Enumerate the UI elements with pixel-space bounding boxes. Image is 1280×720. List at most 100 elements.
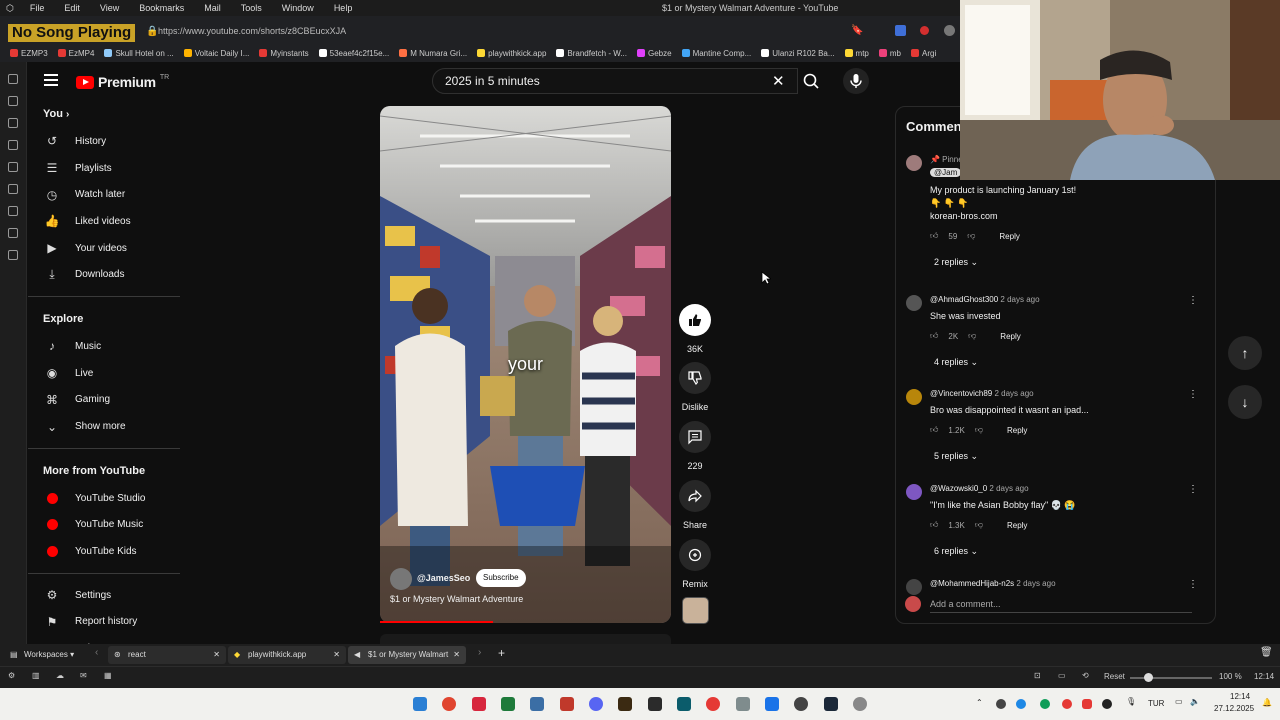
view-replies-button[interactable]: 6 replies ⌄ — [934, 546, 978, 557]
comment-author[interactable]: @Jam — [930, 168, 962, 177]
new-tab-button[interactable]: + — [498, 646, 505, 660]
outlook-icon[interactable] — [765, 697, 779, 711]
comments-button[interactable] — [679, 421, 711, 453]
volume-icon[interactable]: 🔈 — [1190, 697, 1200, 706]
next-short-preview[interactable] — [380, 634, 671, 644]
voice-search-button[interactable] — [843, 68, 869, 94]
chrome-icon[interactable] — [442, 697, 456, 711]
sidebar-item-history[interactable]: ↺ History — [28, 128, 180, 155]
mail-status-icon[interactable]: ✉ — [80, 671, 87, 680]
more-options-icon[interactable]: ⋮ — [1188, 579, 1198, 590]
comment-like-button[interactable]: 👍︎ — [930, 331, 938, 341]
history-panel-icon[interactable] — [8, 118, 18, 128]
comment-like-button[interactable]: 👍︎ — [930, 425, 938, 435]
trash-icon[interactable]: 🗑 — [1260, 647, 1273, 658]
menu-window[interactable]: Window — [272, 3, 324, 13]
page-tiling-icon[interactable]: ▭ — [1058, 671, 1066, 680]
remix-button[interactable] — [679, 539, 711, 571]
comment-avatar[interactable] — [906, 295, 922, 311]
sidebar-item-your-videos[interactable]: ▶ Your videos — [28, 235, 180, 262]
menu-mail[interactable]: Mail — [194, 3, 231, 13]
hamburger-menu-icon[interactable] — [44, 74, 58, 89]
comment-reply-button[interactable]: Reply — [1007, 521, 1027, 530]
app-icon[interactable] — [706, 697, 720, 711]
extension-icon[interactable] — [895, 25, 906, 36]
tab-playwithkick[interactable]: ◆ playwithkick.app ✕ — [228, 646, 346, 664]
url-field[interactable]: https://www.youtube.com/shorts/z8CBEucxX… — [158, 26, 346, 36]
bookmark-item[interactable]: Voltaic Daily I... — [183, 49, 249, 58]
menu-file[interactable]: File — [20, 3, 55, 13]
short-video-player[interactable]: your @JamesSeo Subscribe $1 or Mystery W… — [380, 106, 671, 623]
bookmark-item[interactable]: Myinstants — [259, 49, 309, 58]
view-replies-button[interactable]: 4 replies ⌄ — [934, 357, 978, 368]
tray-icon[interactable] — [1102, 699, 1112, 709]
menu-bookmarks[interactable]: Bookmarks — [129, 3, 194, 13]
channel-name[interactable]: @JamesSeo — [417, 573, 470, 583]
comment-like-button[interactable]: 👍︎ — [930, 231, 938, 241]
comment-like-button[interactable]: 👍︎ — [930, 520, 938, 530]
record-extension-icon[interactable] — [920, 26, 929, 35]
zoom-slider-handle[interactable] — [1144, 673, 1153, 682]
start-icon[interactable] — [413, 697, 427, 711]
tab-forward-icon[interactable]: › — [478, 647, 481, 658]
sidebar-item-music[interactable]: ♪ Music — [28, 333, 180, 360]
clear-search-icon[interactable]: ✕ — [772, 72, 785, 90]
comment-avatar[interactable] — [906, 389, 922, 405]
close-tab-icon[interactable]: ✕ — [453, 646, 460, 664]
comment-reply-button[interactable]: Reply — [999, 232, 1019, 241]
comment-dislike-button[interactable]: 👎︎ — [967, 231, 975, 241]
view-replies-button[interactable]: 2 replies ⌄ — [934, 257, 978, 268]
comment-author[interactable]: @AhmadGhost300 — [930, 295, 998, 304]
bookmark-item[interactable]: 53eaef4c2f15e... — [318, 49, 389, 58]
sidebar-item-gaming[interactable]: ⌘ Gaming — [28, 387, 180, 414]
network-icon[interactable]: ▭ — [1175, 697, 1183, 706]
notification-icon[interactable]: 🔔 — [1262, 698, 1272, 707]
next-short-button[interactable]: ↓ — [1228, 385, 1262, 419]
comment-reply-button[interactable]: Reply — [1000, 332, 1020, 341]
sidebar-item-downloads[interactable]: ⤓ Downloads — [28, 261, 180, 288]
capture-icon[interactable]: ⊡ — [1034, 671, 1041, 680]
tray-icon[interactable] — [1016, 699, 1026, 709]
bookmark-item[interactable]: Brandfetch - W... — [556, 49, 627, 58]
steam-icon[interactable] — [824, 697, 838, 711]
comment-avatar[interactable] — [906, 579, 922, 595]
bookmark-item[interactable]: Gebze — [636, 49, 672, 58]
sidebar-item-liked-videos[interactable]: 👍 Liked videos — [28, 208, 180, 235]
comment-dislike-button[interactable]: 👎︎ — [975, 425, 983, 435]
notes-panel-icon[interactable] — [8, 140, 18, 150]
language-indicator[interactable]: TUR — [1148, 699, 1164, 708]
more-options-icon[interactable]: ⋮ — [1188, 295, 1198, 306]
zoom-slider[interactable] — [1130, 673, 1212, 682]
app-icon[interactable] — [648, 697, 662, 711]
sidebar-item-live[interactable]: ◉ Live — [28, 360, 180, 387]
menu-edit[interactable]: Edit — [54, 3, 90, 13]
app-icon[interactable] — [677, 697, 691, 711]
terminal-icon[interactable] — [501, 697, 515, 711]
file-explorer-icon[interactable] — [736, 697, 750, 711]
menu-help[interactable]: Help — [324, 3, 363, 13]
tab-youtube-active[interactable]: ◀ $1 or Mystery Walmart ✕ — [348, 646, 466, 664]
panel-toggle-icon[interactable]: ⚙ — [8, 671, 15, 680]
shield-extension-icon[interactable] — [944, 25, 955, 36]
discord-icon[interactable] — [589, 697, 603, 711]
app-icon[interactable] — [794, 697, 808, 711]
window-panel-icon[interactable] — [8, 206, 18, 216]
bookmark-item[interactable]: M Numara Gri... — [399, 49, 467, 58]
comment-dislike-button[interactable]: 👎︎ — [975, 520, 983, 530]
more-options-icon[interactable]: ⋮ — [1188, 389, 1198, 400]
sidebar-item-youtube-studio[interactable]: YouTube Studio — [28, 485, 180, 512]
comment-reply-button[interactable]: Reply — [1007, 426, 1027, 435]
bookmark-item[interactable]: mb — [878, 49, 901, 58]
zoom-reset-button[interactable]: Reset — [1104, 672, 1125, 681]
sidebar-item-watch-later[interactable]: ◷ Watch later — [28, 181, 180, 208]
tab-react[interactable]: ⊛ react ✕ — [108, 646, 226, 664]
sidebar-item-show-more[interactable]: ⌄ Show more — [28, 413, 180, 440]
youtube-logo[interactable]: Premium TR — [76, 74, 169, 90]
sidebar-item-report-history[interactable]: ⚑ Report history — [28, 609, 180, 636]
tray-icon[interactable] — [996, 699, 1006, 709]
video-progress-bar[interactable] — [380, 621, 494, 623]
dislike-button[interactable] — [679, 362, 711, 394]
workspaces-button[interactable]: ▤ Workspaces ▾ — [4, 646, 94, 664]
search-input[interactable]: 2025 in 5 minutes — [432, 68, 798, 94]
bookmark-item[interactable]: EZMP3 — [10, 49, 48, 58]
